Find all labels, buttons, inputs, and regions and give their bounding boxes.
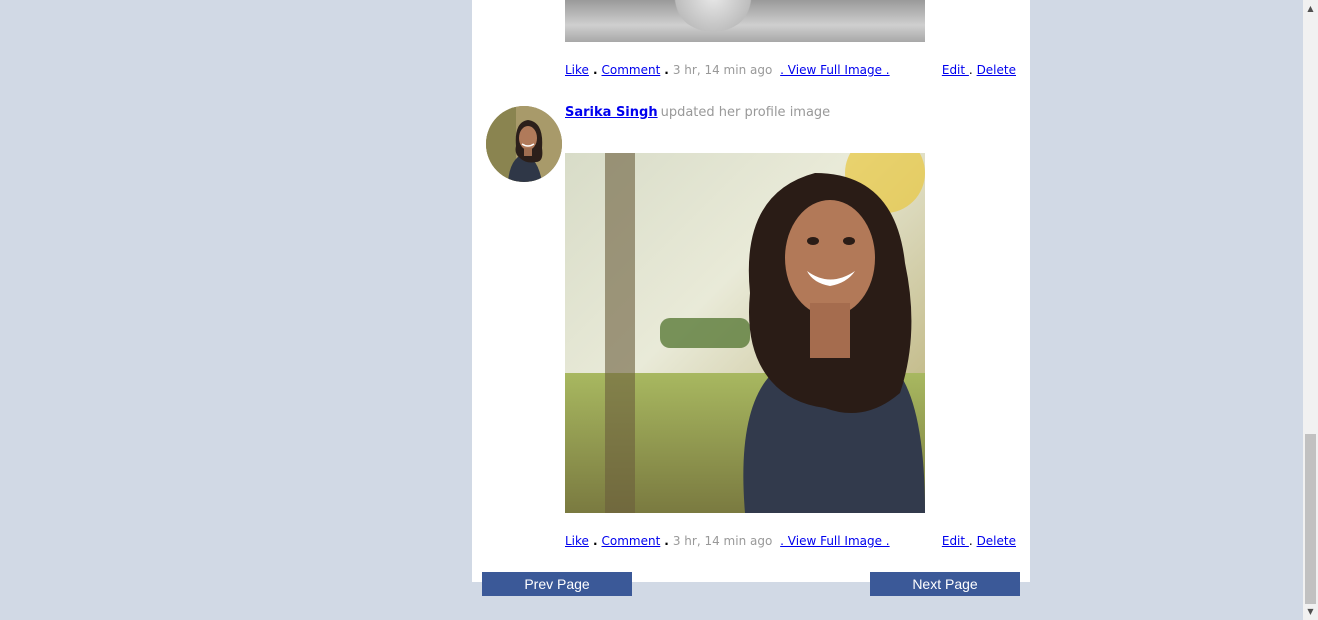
scroll-up-arrow-icon[interactable]: ▲ (1303, 0, 1318, 17)
like-link[interactable]: Like (565, 534, 589, 548)
post-actions: Like. Comment. 3 hr, 14 min ago . View Ful… (565, 534, 1016, 548)
scrollbar-thumb[interactable] (1305, 434, 1316, 604)
previous-post-image[interactable] (565, 0, 925, 42)
news-feed: Like. Comment. 3 hr, 14 min ago . View Ful… (472, 0, 1030, 582)
previous-post-actions: Like. Comment. 3 hr, 14 min ago . View Ful… (565, 63, 1016, 77)
view-full-image-link[interactable]: . View Full Image . (780, 534, 889, 548)
vertical-scrollbar[interactable]: ▲ ▼ (1303, 0, 1318, 620)
comment-link[interactable]: Comment (602, 534, 661, 548)
post-timestamp: 3 hr, 14 min ago (672, 63, 773, 77)
delete-link[interactable]: Delete (977, 534, 1016, 548)
edit-link[interactable]: Edit (942, 63, 969, 77)
next-page-button[interactable]: Next Page (870, 572, 1020, 596)
author-link[interactable]: Sarika Singh (565, 105, 658, 120)
view-full-image-link[interactable]: . View Full Image . (780, 63, 889, 77)
post-header: Sarika Singh updated her profile image (565, 104, 830, 122)
page: Like. Comment. 3 hr, 14 min ago . View Ful… (0, 0, 1303, 620)
like-link[interactable]: Like (565, 63, 589, 77)
comment-link[interactable]: Comment (602, 63, 661, 77)
post-status-text: updated her profile image (660, 105, 831, 120)
edit-link[interactable]: Edit (942, 534, 969, 548)
avatar[interactable] (486, 106, 562, 182)
profile-image[interactable] (565, 153, 925, 513)
delete-link[interactable]: Delete (977, 63, 1016, 77)
prev-page-button[interactable]: Prev Page (482, 572, 632, 596)
post-timestamp: 3 hr, 14 min ago (672, 534, 773, 548)
scroll-down-arrow-icon[interactable]: ▼ (1303, 603, 1318, 620)
